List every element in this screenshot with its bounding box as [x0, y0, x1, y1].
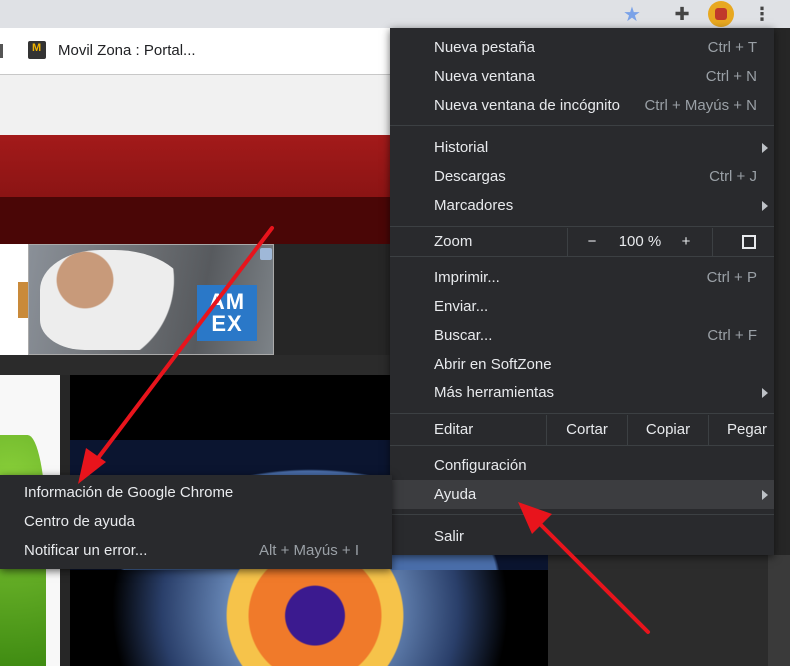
bookmark-star-icon[interactable]: ★ [620, 2, 644, 26]
ad-left-panel [0, 244, 28, 355]
menu-item-label: Abrir en SoftZone [434, 356, 552, 373]
menu-item-incognito[interactable]: Nueva ventana de incógnito Ctrl + Mayús … [390, 91, 774, 120]
site-red-banner [0, 135, 390, 197]
submenu-item-about-chrome[interactable]: Información de Google Chrome [0, 478, 392, 507]
cut-button[interactable]: Cortar [547, 415, 627, 443]
menu-item-label: Enviar... [434, 298, 489, 315]
menu-separator [390, 125, 774, 126]
submenu-item-label: Centro de ayuda [24, 513, 135, 530]
page-scrollbar[interactable] [768, 555, 790, 666]
menu-item-shortcut: Ctrl + F [707, 327, 757, 344]
menu-item-open-in-softzone[interactable]: Abrir en SoftZone [390, 350, 774, 379]
menu-separator [390, 226, 774, 227]
submenu-item-report-issue[interactable]: Notificar un error... Alt + Mayús + I [0, 536, 392, 565]
zoom-in-button[interactable]: + [674, 228, 698, 256]
menu-item-more-tools[interactable]: Más herramientas [390, 378, 774, 407]
menu-item-label: Más herramientas [434, 384, 555, 401]
menu-item-downloads[interactable]: Descargas Ctrl + J [390, 162, 774, 191]
menu-zoom-row: Zoom − 100 % + [390, 228, 774, 256]
movilzona-favicon-icon [28, 41, 46, 59]
submenu-arrow-icon [762, 490, 768, 500]
menu-item-label: Salir [434, 528, 465, 545]
menu-vertical-separator [567, 228, 568, 256]
bookmark-overflow-edge [0, 44, 3, 58]
paste-button[interactable]: Pegar [709, 415, 785, 443]
menu-item-bookmarks[interactable]: Marcadores [390, 191, 774, 220]
menu-vertical-separator [712, 228, 713, 256]
ad-person-image [40, 250, 190, 350]
kebab-menu-icon[interactable]: ⋮ [750, 2, 774, 26]
menu-separator [390, 514, 774, 515]
menu-item-label: Descargas [434, 168, 506, 185]
menu-item-shortcut: Ctrl + P [706, 269, 757, 286]
menu-item-label: Nueva ventana de incógnito [434, 97, 620, 114]
menu-item-shortcut: Ctrl + Mayús + N [644, 97, 757, 114]
menu-item-label: Configuración [434, 457, 527, 474]
submenu-arrow-icon [762, 201, 768, 211]
menu-item-shortcut: Ctrl + N [705, 68, 757, 85]
menu-edit-row: Editar Cortar Copiar Pegar [390, 415, 774, 445]
zoom-out-button[interactable]: − [580, 228, 604, 256]
bookmark-movilzona[interactable]: Movil Zona : Portal... [58, 42, 196, 59]
zoom-label: Zoom [434, 233, 473, 250]
submenu-item-label: Notificar un error... [24, 542, 148, 559]
chrome-main-menu: Nueva pestaña Ctrl + T Nueva ventana Ctr… [390, 28, 774, 555]
profile-avatar[interactable] [708, 1, 734, 27]
page-right-panel [548, 555, 790, 666]
menu-item-shortcut: Ctrl + T [707, 39, 757, 56]
menu-separator [390, 445, 774, 446]
submenu-item-shortcut: Alt + Mayús + I [258, 542, 359, 559]
menu-item-find[interactable]: Buscar... Ctrl + F [390, 321, 774, 350]
page-header-strip [0, 75, 390, 135]
menu-item-label: Nueva ventana [434, 68, 535, 85]
menu-item-label: Imprimir... [434, 269, 500, 286]
menu-item-label: Nueva pestaña [434, 39, 535, 56]
menu-item-print[interactable]: Imprimir... Ctrl + P [390, 263, 774, 292]
edit-label: Editar [434, 421, 474, 438]
help-submenu: Información de Google Chrome Centro de a… [0, 475, 392, 569]
menu-item-label: Buscar... [434, 327, 493, 344]
ad-choices-icon[interactable] [260, 248, 272, 260]
menu-item-new-window[interactable]: Nueva ventana Ctrl + N [390, 62, 774, 91]
menu-item-shortcut: Ctrl + J [709, 168, 757, 185]
fullscreen-icon[interactable] [742, 235, 756, 249]
submenu-item-help-center[interactable]: Centro de ayuda [0, 507, 392, 536]
menu-separator [390, 256, 774, 257]
copy-button[interactable]: Copiar [628, 415, 708, 443]
page-gap [0, 355, 390, 375]
zoom-level: 100 % [618, 233, 662, 250]
bookmarks-bar: Movil Zona : Portal... [0, 28, 390, 75]
menu-item-send[interactable]: Enviar... [390, 292, 774, 321]
menu-item-exit[interactable]: Salir [390, 522, 774, 551]
extensions-puzzle-icon[interactable]: ✚ [670, 2, 694, 26]
menu-item-settings[interactable]: Configuración [390, 451, 774, 480]
menu-item-label: Ayuda [434, 486, 477, 503]
menu-item-help[interactable]: Ayuda [390, 480, 774, 509]
submenu-item-label: Información de Google Chrome [24, 484, 234, 501]
amex-logo: AM EX [197, 285, 257, 341]
menu-item-new-tab[interactable]: Nueva pestaña Ctrl + T [390, 33, 774, 62]
menu-separator [390, 413, 774, 414]
site-dark-banner [0, 197, 390, 244]
browser-toolbar: ★ ✚ ⋮ [0, 0, 790, 28]
menu-item-history[interactable]: Historial [390, 133, 774, 162]
submenu-arrow-icon [762, 388, 768, 398]
submenu-arrow-icon [762, 143, 768, 153]
menu-item-label: Marcadores [434, 197, 514, 214]
menu-item-label: Historial [434, 139, 489, 156]
